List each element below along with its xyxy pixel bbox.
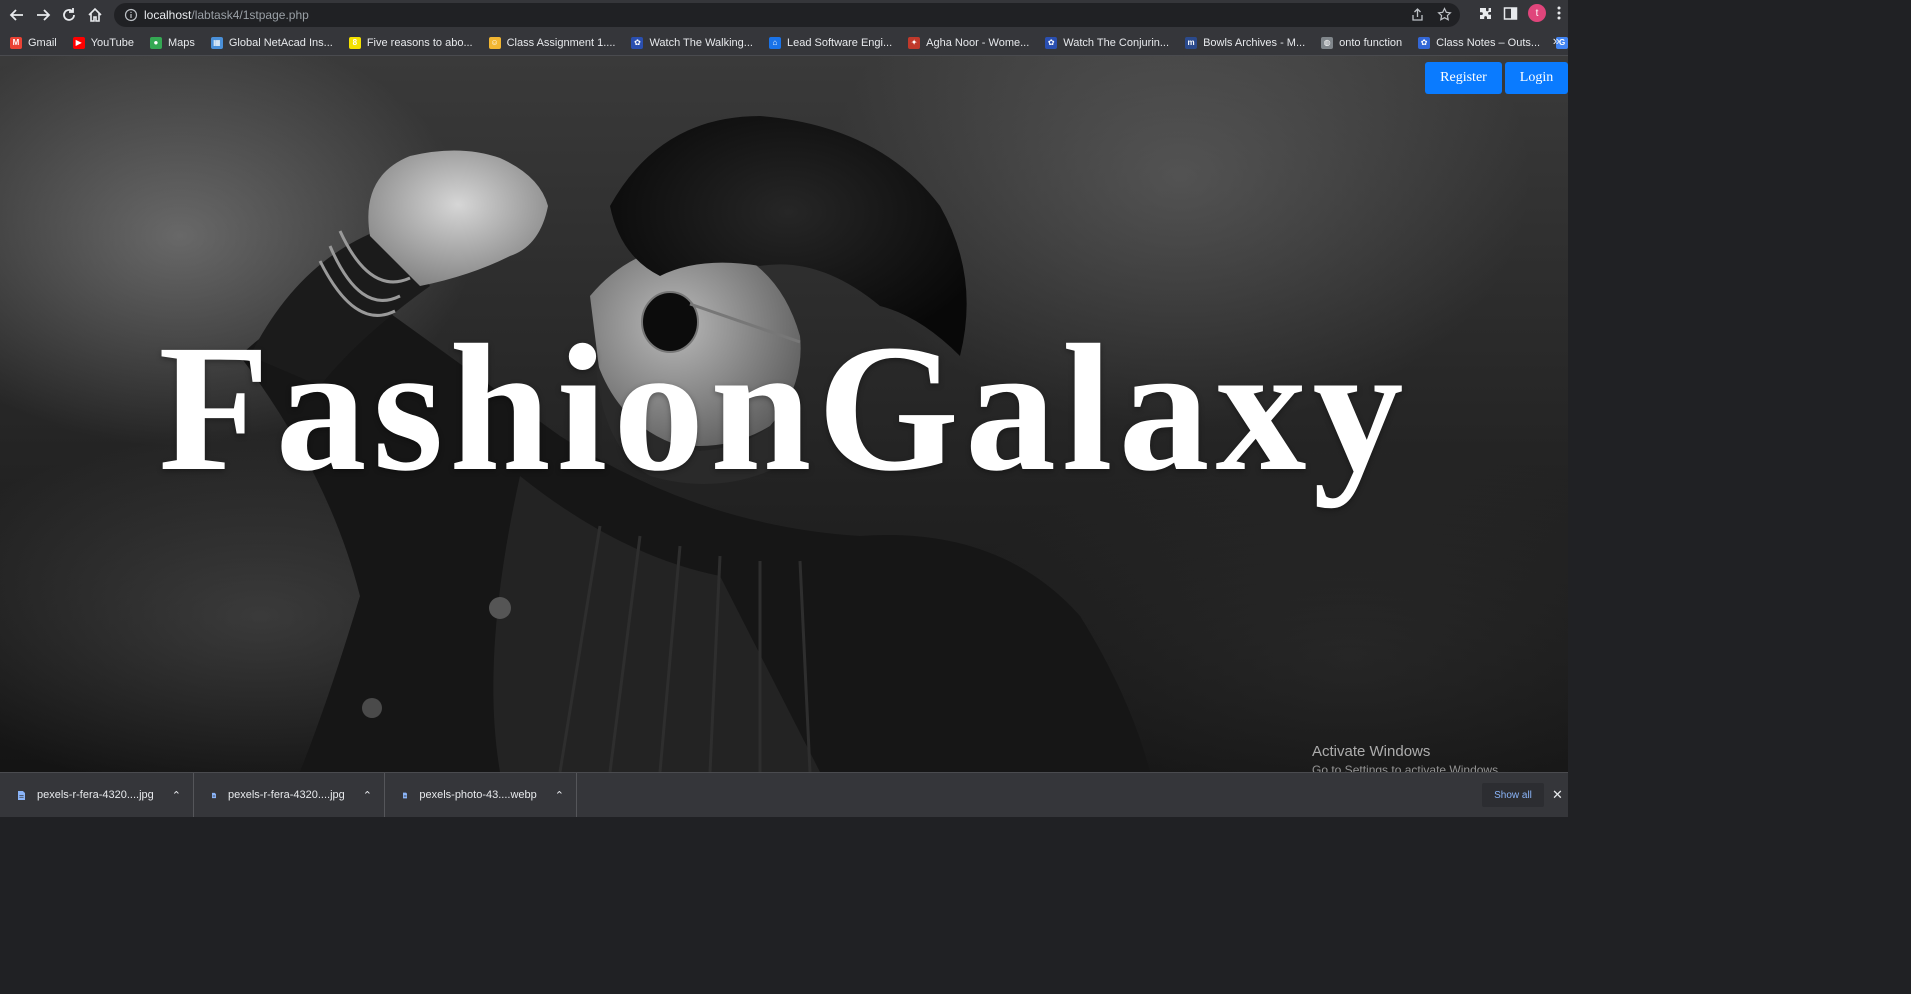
bookmark-label: Gmail: [28, 36, 57, 49]
watch-site-icon: ✿: [631, 36, 644, 49]
download-filename: pexels-r-fera-4320....jpg: [228, 789, 345, 801]
address-bar[interactable]: localhost/labtask4/1stpage.php: [114, 3, 1460, 27]
chevron-up-icon[interactable]: ⌃: [555, 789, 564, 802]
bookmark-item[interactable]: ✿ Watch The Walking...: [621, 32, 759, 54]
bookmark-item[interactable]: ▶ YouTube: [63, 32, 140, 54]
kebab-menu-icon[interactable]: [1556, 5, 1562, 21]
emoji-icon: ☺: [488, 36, 501, 49]
activate-windows-watermark: Activate Windows Go to Settings to activ…: [1312, 742, 1501, 772]
show-all-downloads-button[interactable]: Show all: [1482, 783, 1544, 807]
bookmark-label: Watch The Conjurin...: [1063, 36, 1170, 49]
page-viewport: Register Login FashionGalaxy Activate Wi…: [0, 56, 1568, 772]
job-site-icon: ⌂: [768, 36, 781, 49]
bookmark-label: Lead Software Engi...: [786, 36, 893, 49]
gmail-icon: M: [10, 36, 22, 49]
file-icon: [18, 790, 25, 800]
side-panel-icon[interactable]: [1503, 6, 1518, 21]
profile-avatar[interactable]: t: [1528, 4, 1546, 22]
bookmark-label: Watch The Walking...: [649, 36, 753, 49]
bookmark-item[interactable]: ⌂ Lead Software Engi...: [759, 32, 898, 54]
download-filename: pexels-photo-43....webp: [419, 789, 537, 801]
register-button[interactable]: Register: [1425, 62, 1502, 94]
home-button[interactable]: [82, 2, 108, 28]
bookmark-item[interactable]: 8 Five reasons to abo...: [339, 32, 479, 54]
downloads-bar: pexels-r-fera-4320....jpg ⌃ pexels-r-fer…: [0, 772, 1568, 817]
bookmarks-overflow-icon[interactable]: »: [1553, 33, 1560, 48]
bookmark-label: YouTube: [90, 36, 134, 49]
bookmark-item[interactable]: ● Maps: [140, 32, 201, 54]
bookmark-item[interactable]: ▦ Global NetAcad Ins...: [201, 32, 339, 54]
download-item[interactable]: pexels-photo-43....webp ⌃: [385, 773, 577, 817]
url-host: localhost: [144, 8, 192, 22]
bookmarks-bar: M Gmail ▶ YouTube ● Maps ▦ Global NetAcad Ins..…: [0, 30, 1568, 56]
download-item[interactable]: pexels-r-fera-4320....jpg ⌃: [0, 773, 194, 817]
arrow-left-icon: [9, 9, 23, 21]
bookmark-label: Bowls Archives - M...: [1203, 36, 1306, 49]
bookmark-label: onto function: [1339, 36, 1403, 49]
extensions-icon[interactable]: [1478, 6, 1493, 21]
url-text[interactable]: localhost/labtask4/1stpage.php: [144, 8, 309, 22]
bookmark-item[interactable]: ☺ Class Assignment 1....: [479, 32, 622, 54]
bookmark-label: Agha Noor - Wome...: [926, 36, 1030, 49]
info-icon[interactable]: [124, 8, 138, 22]
article-icon: 8: [348, 36, 361, 49]
login-button[interactable]: Login: [1505, 62, 1568, 94]
download-filename: pexels-r-fera-4320....jpg: [37, 789, 154, 801]
youtube-icon: ▶: [72, 36, 85, 49]
home-icon: [88, 7, 102, 22]
chevron-up-icon[interactable]: ⌃: [363, 789, 372, 802]
reload-icon: [63, 8, 75, 21]
share-icon[interactable]: [1410, 7, 1425, 22]
netacad-icon: ▦: [210, 36, 223, 49]
shop-icon: ✦: [908, 36, 921, 49]
watch-site-icon: ✿: [1045, 36, 1058, 49]
file-icon: [212, 792, 216, 798]
close-downloads-icon[interactable]: ✕: [1552, 787, 1563, 803]
arrow-right-icon: [37, 9, 51, 21]
bookmark-item[interactable]: m Bowls Archives - M...: [1175, 32, 1311, 54]
back-button[interactable]: [4, 2, 30, 28]
url-path: /labtask4/1stpage.php: [191, 8, 309, 22]
file-icon: [403, 792, 408, 798]
watermark-title: Activate Windows: [1312, 743, 1431, 760]
bookmark-item[interactable]: ◍ onto function: [1311, 32, 1408, 54]
brand-title: FashionGalaxy: [158, 308, 1410, 509]
bookmark-label: Class Notes – Outs...: [1436, 36, 1541, 49]
bookmark-item[interactable]: ✿ Watch The Conjurin...: [1035, 32, 1175, 54]
chevron-up-icon[interactable]: ⌃: [172, 789, 181, 802]
bookmark-label: Class Assignment 1....: [506, 36, 616, 49]
maps-icon: ●: [149, 36, 162, 49]
bookmark-item[interactable]: ✦ Agha Noor - Wome...: [898, 32, 1035, 54]
reload-button[interactable]: [56, 2, 82, 28]
watermark-subtitle: Go to Settings to activate Windows.: [1312, 763, 1502, 772]
notes-icon: ✿: [1418, 36, 1431, 49]
browser-toolbar: localhost/labtask4/1stpage.php t: [0, 0, 1568, 30]
bookmark-label: Global NetAcad Ins...: [228, 36, 333, 49]
download-item[interactable]: pexels-r-fera-4320....jpg ⌃: [194, 773, 385, 817]
bookmark-item[interactable]: M Gmail: [0, 32, 63, 54]
bookmark-item[interactable]: ✿ Class Notes – Outs...: [1408, 32, 1546, 54]
blog-icon: m: [1185, 36, 1198, 49]
auth-buttons: Register Login: [1425, 62, 1568, 94]
star-icon[interactable]: [1437, 7, 1452, 22]
forward-button[interactable]: [30, 2, 56, 28]
bookmark-label: Maps: [167, 36, 195, 49]
bookmark-label: Five reasons to abo...: [366, 36, 473, 49]
globe-icon: ◍: [1321, 36, 1334, 49]
